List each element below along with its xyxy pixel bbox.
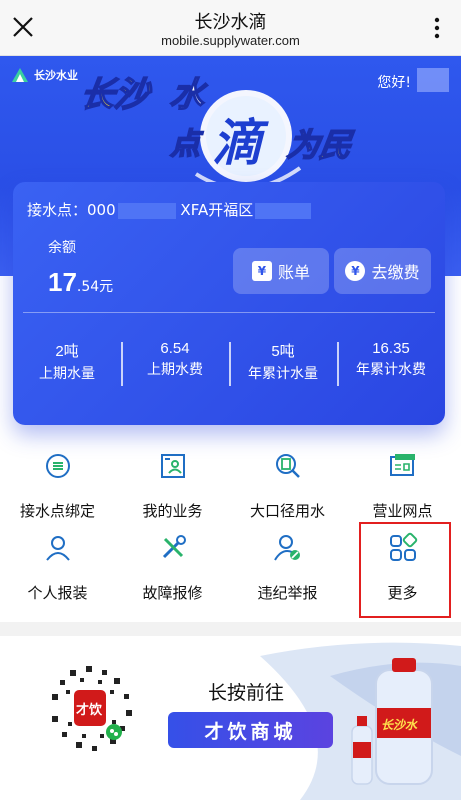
bill-button-label: 账单 — [277, 263, 310, 282]
water-point-prefix: 接水点：000 — [27, 201, 116, 219]
service-label: 接水点绑定 — [19, 502, 95, 520]
service-label: 个人报装 — [27, 584, 88, 602]
search-document-icon — [275, 454, 300, 478]
service-report[interactable]: 违纪举报 — [230, 532, 345, 603]
service-label: 营业网点 — [372, 502, 433, 520]
stat-label: 上期水费 — [147, 362, 203, 378]
person-icon — [45, 536, 70, 561]
service-label: 大口径用水 — [249, 502, 325, 520]
water-meter-icon — [45, 454, 70, 478]
balance-label: 余额 — [48, 240, 76, 256]
slogan-weimin: 为民 — [285, 126, 356, 164]
stat-value: 6.54 — [160, 340, 190, 357]
service-personal-install[interactable]: 个人报装 — [0, 532, 115, 603]
yuan-icon: ¥ — [345, 261, 366, 281]
more-options-icon[interactable] — [425, 16, 449, 40]
tools-icon — [162, 535, 186, 559]
balance-integer: 17 — [48, 267, 77, 297]
pay-button-label: 去缴费 — [371, 263, 420, 282]
slogan-changsha: 长沙 — [78, 75, 154, 115]
service-bind-water-point[interactable]: 接水点绑定 — [0, 450, 115, 521]
stat-year-volume: 5吨 年累计水量 — [229, 340, 337, 388]
service-label: 违纪举报 — [257, 584, 318, 602]
stat-value: 16.35 — [372, 340, 410, 357]
news-icon — [389, 454, 415, 476]
qr-logo-text: 才饮 — [76, 702, 103, 718]
stat-label: 年累计水量 — [248, 366, 318, 382]
usage-stats: 2吨 上期水量 6.54 上期水费 5吨 年累计水量 16.35 年累计水费 — [13, 340, 445, 388]
highlight-box — [359, 522, 451, 618]
bottle-label: 长沙水 — [381, 718, 418, 732]
masked-address — [255, 202, 312, 219]
page-url: mobile.supplywater.com — [161, 33, 300, 48]
service-repair[interactable]: 故障报修 — [115, 532, 230, 603]
report-person-icon — [273, 535, 300, 561]
slogan-shui: 水 — [168, 75, 210, 115]
water-point-district: XFA开福区 — [180, 201, 254, 219]
slogan-artwork: 长沙 水 点 滴 为民 — [77, 74, 357, 191]
long-press-hint: 长按前往 — [208, 682, 285, 704]
pay-button[interactable]: ¥ 去缴费 — [334, 248, 431, 294]
mall-button[interactable]: 才饮商城 — [168, 712, 333, 748]
slogan-dian: 点 — [169, 127, 204, 162]
stat-last-volume: 2吨 上期水量 — [13, 340, 121, 388]
service-my-business[interactable]: 我的业务 — [115, 450, 230, 521]
stat-label: 年累计水费 — [356, 362, 426, 378]
page-title: 长沙水滴 — [194, 12, 267, 33]
stat-value: 2吨 — [55, 343, 79, 360]
service-label: 我的业务 — [142, 502, 203, 520]
water-point-info[interactable]: 接水点：000 XFA开福区 — [27, 199, 312, 220]
mall-ad-banner[interactable]: 长沙水 才饮 长按前往 才饮商城 — [0, 636, 461, 800]
id-card-icon — [160, 454, 185, 478]
service-label: 故障报修 — [142, 584, 203, 602]
service-business-outlets[interactable]: 营业网点 — [345, 450, 460, 521]
masked-number — [117, 202, 176, 219]
title-bar: 长沙水滴 mobile.supplywater.com — [0, 0, 461, 56]
bill-button[interactable]: ¥ 账单 — [233, 248, 329, 294]
qr-code[interactable]: 才饮 — [40, 658, 140, 758]
stat-label: 上期水量 — [39, 366, 95, 382]
balance-decimal: .54元 — [76, 279, 114, 295]
bill-icon: ¥ — [251, 261, 272, 281]
card-divider — [23, 312, 435, 313]
stat-year-fee: 16.35 年累计水费 — [337, 340, 445, 388]
service-large-caliber[interactable]: 大口径用水 — [230, 450, 345, 521]
account-card: 接水点：000 XFA开福区 余额 17.54元 ¥ 账单 ¥ 去缴费 2吨 上… — [13, 182, 445, 425]
balance-value: 17.54元 — [48, 267, 113, 298]
slogan-di: 滴 — [212, 114, 269, 172]
stat-last-fee: 6.54 上期水费 — [121, 340, 229, 388]
stat-value: 5吨 — [271, 343, 295, 360]
